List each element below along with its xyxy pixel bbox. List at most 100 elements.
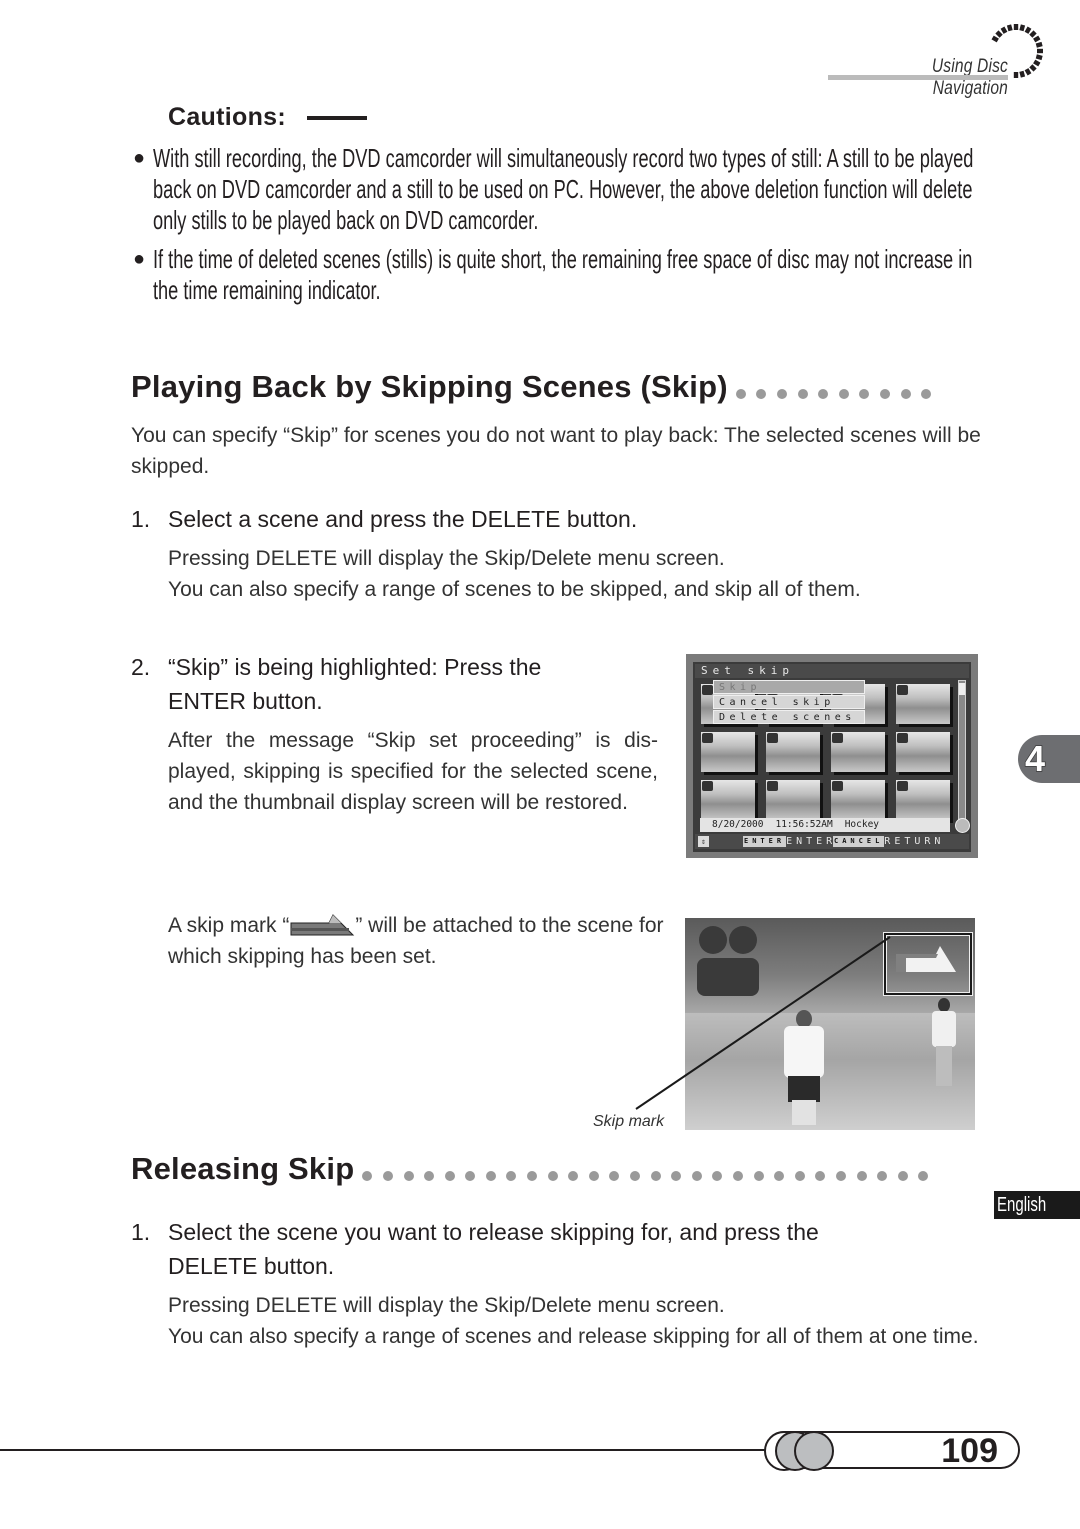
leader-dot <box>630 1170 641 1181</box>
leader-dot <box>712 1170 723 1181</box>
scene-thumbnail[interactable] <box>831 780 885 820</box>
skip-intro: You can specify “Skip” for scenes you do… <box>131 424 981 478</box>
skip-mark-description: A skip mark “ ” will be attached to the … <box>168 914 664 968</box>
return-hint: CANCELRETURN <box>833 836 945 847</box>
scene-thumbnail[interactable] <box>896 684 950 724</box>
leader-dot <box>588 1170 599 1181</box>
leader-dot <box>547 1170 558 1181</box>
video-camera-icon <box>897 733 908 743</box>
scene-thumbnail[interactable] <box>701 732 755 772</box>
leader-dot <box>485 1170 496 1181</box>
menu-item-skip[interactable]: Skip <box>713 680 865 694</box>
leader-dot <box>797 388 808 399</box>
leader-dot <box>856 1170 867 1181</box>
scrollbar-thumb[interactable] <box>959 683 965 695</box>
step-1-body-line-1: Pressing DELETE will display the Skip/De… <box>168 547 725 570</box>
step-1-body-line-2: You can also specify a range of scenes t… <box>168 578 861 601</box>
leader-dot <box>776 388 787 399</box>
leader-dot <box>897 1170 908 1181</box>
step-2-title: 2. “Skip” is being highlighted: Press the <box>131 654 542 680</box>
leader-dot <box>921 388 932 399</box>
arc-dash <box>1019 70 1026 78</box>
arc-dash <box>1000 26 1008 34</box>
leader-dot <box>879 388 890 399</box>
chapter-number: 4 <box>1024 737 1046 780</box>
running-header-underline <box>828 75 1008 80</box>
leader-dot <box>900 388 911 399</box>
arc-dash <box>1029 64 1037 72</box>
menu-item-cancel-skip[interactable]: Cancel skip <box>713 695 865 709</box>
cancel-key-icon: CANCEL <box>833 836 885 847</box>
language-tab: English <box>994 1191 1080 1219</box>
leader-dot <box>527 1170 538 1181</box>
scene-thumbnail[interactable] <box>701 780 755 820</box>
arc-dash <box>991 35 999 43</box>
arc-dash <box>1035 54 1043 61</box>
arc-dash <box>1013 72 1019 78</box>
video-camera-icon <box>702 781 713 791</box>
disc-icon <box>955 818 970 833</box>
arc-dash <box>1013 24 1019 30</box>
leader-dot <box>362 1170 373 1181</box>
overlapping-circles-icon <box>764 1431 834 1471</box>
menu-item-delete-scenes[interactable]: Delete scenes <box>713 710 865 724</box>
scene-time: 11:56:52AM <box>775 819 833 830</box>
leader-dot <box>403 1170 414 1181</box>
leader-dot <box>735 388 746 399</box>
thumbnail-scrollbar[interactable] <box>958 680 966 822</box>
leader-dot <box>609 1170 620 1181</box>
camcorder-footer: ⇕ ENTERENTER CANCELRETURN <box>695 834 969 849</box>
video-camera-icon <box>897 685 908 695</box>
camcorder-screen-inner: Set skip Skip Cancel skip Delete scenes … <box>693 662 971 852</box>
scene-thumbnail[interactable] <box>896 732 950 772</box>
bullet-icon: ● <box>133 248 146 270</box>
video-camera-icon <box>832 733 843 743</box>
arc-dash <box>1006 24 1013 32</box>
scene-thumbnail[interactable] <box>896 780 950 820</box>
leader-dot <box>506 1170 517 1181</box>
arc-dash <box>1035 41 1043 48</box>
skip-mark-callout-line <box>635 936 891 1110</box>
enter-hint: ENTERENTER <box>743 836 837 847</box>
video-camera-icon <box>897 781 908 791</box>
skip-menu: Skip Cancel skip Delete scenes <box>713 680 865 726</box>
leader-dot <box>756 388 767 399</box>
scene-date: 8/20/2000 <box>712 819 764 830</box>
leader-dot <box>424 1170 435 1181</box>
scene-thumbnail[interactable] <box>766 780 820 820</box>
release-step-1-title-line-2: DELETE button. <box>168 1253 335 1279</box>
footer-rule <box>0 1449 790 1451</box>
enter-key-icon: ENTER <box>743 836 787 847</box>
cautions-list: ● With still recording, the DVD camcorde… <box>130 143 990 314</box>
video-camera-icon <box>832 781 843 791</box>
skip-mark-arrow-icon <box>290 914 355 936</box>
player-figure <box>930 998 960 1088</box>
arc-dash <box>1033 59 1041 67</box>
leader-dot <box>815 1170 826 1181</box>
scene-thumbnail[interactable] <box>831 732 885 772</box>
scene-title: Hockey <box>844 819 880 830</box>
caution-item: ● If the time of deleted scenes (stills)… <box>133 244 973 305</box>
heading-dots <box>735 371 942 407</box>
release-step-1-title: 1. Select the scene you want to release s… <box>131 1219 819 1245</box>
leader-dot <box>818 388 829 399</box>
step-1-title: 1. Select a scene and press the DELETE bu… <box>131 506 638 532</box>
scene-thumbnail[interactable] <box>766 732 820 772</box>
leader-dot <box>465 1170 476 1181</box>
leader-dot <box>650 1170 661 1181</box>
up-down-arrows-icon: ⇕ <box>698 836 709 847</box>
camcorder-screen-title: Set skip <box>695 664 969 678</box>
leader-dot <box>753 1170 764 1181</box>
leader-dot <box>877 1170 888 1181</box>
leader-dot <box>838 388 849 399</box>
arc-dash <box>1024 68 1032 76</box>
leader-dot <box>568 1170 579 1181</box>
cautions-rule <box>307 116 367 120</box>
chapter-tab: 4 <box>1018 735 1080 783</box>
arc-dash <box>1037 48 1043 54</box>
section-heading-skip: Playing Back by Skipping Scenes (Skip) <box>131 369 942 407</box>
caution-item: ● With still recording, the DVD camcorde… <box>133 143 974 235</box>
arc-dash <box>1029 30 1037 38</box>
dashed-arc-icon <box>991 24 1043 78</box>
arc-dash <box>995 30 1003 38</box>
